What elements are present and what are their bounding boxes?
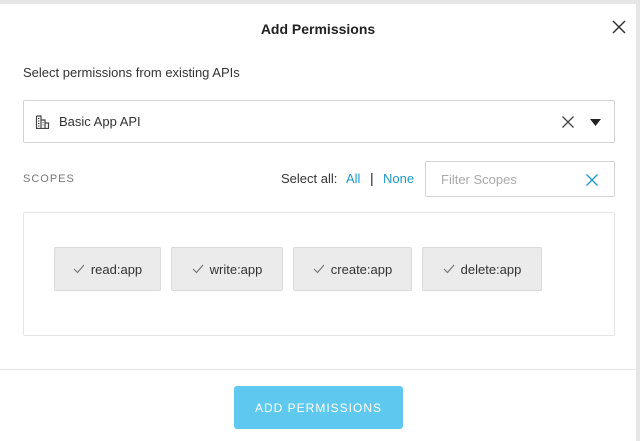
filter-scopes-input[interactable]	[426, 162, 576, 196]
scope-chip-create-app[interactable]: create:app	[293, 247, 412, 291]
clear-filter-icon[interactable]	[585, 173, 599, 187]
scope-label: create:app	[330, 261, 393, 277]
add-permissions-dialog: Add Permissions Select permissions from …	[0, 0, 640, 441]
close-icon[interactable]	[610, 18, 628, 36]
filter-scopes-field	[425, 161, 615, 197]
clear-icon[interactable]	[561, 115, 575, 129]
check-icon	[443, 264, 455, 274]
select-all-link[interactable]: All	[346, 171, 360, 186]
dialog-edge	[636, 4, 640, 441]
scope-chip-write-app[interactable]: write:app	[171, 247, 283, 291]
scope-label: write:app	[209, 261, 263, 277]
scopes-list: read:app write:app create:app delete:app	[23, 212, 615, 336]
check-icon	[73, 264, 85, 274]
dialog-title: Add Permissions	[260, 21, 376, 37]
api-building-icon	[35, 115, 50, 129]
scope-label: read:app	[90, 261, 143, 277]
scope-chip-delete-app[interactable]: delete:app	[422, 247, 542, 291]
caret-down-icon[interactable]	[590, 119, 601, 126]
check-icon	[313, 264, 325, 274]
dialog-subtitle: Select permissions from existing APIs	[23, 65, 240, 80]
footer-divider	[0, 369, 636, 370]
scope-label: delete:app	[460, 261, 522, 277]
api-select[interactable]: Basic App API	[23, 100, 615, 143]
select-all-label: Select all:	[281, 171, 338, 186]
select-none-link[interactable]: None	[383, 171, 414, 186]
link-separator: |	[370, 170, 374, 186]
selected-api-name: Basic App API	[59, 114, 141, 129]
scopes-label: SCOPES	[23, 173, 75, 185]
add-permissions-button[interactable]: ADD PERMISSIONS	[234, 386, 403, 429]
scope-chip-read-app[interactable]: read:app	[54, 247, 161, 291]
check-icon	[192, 264, 204, 274]
